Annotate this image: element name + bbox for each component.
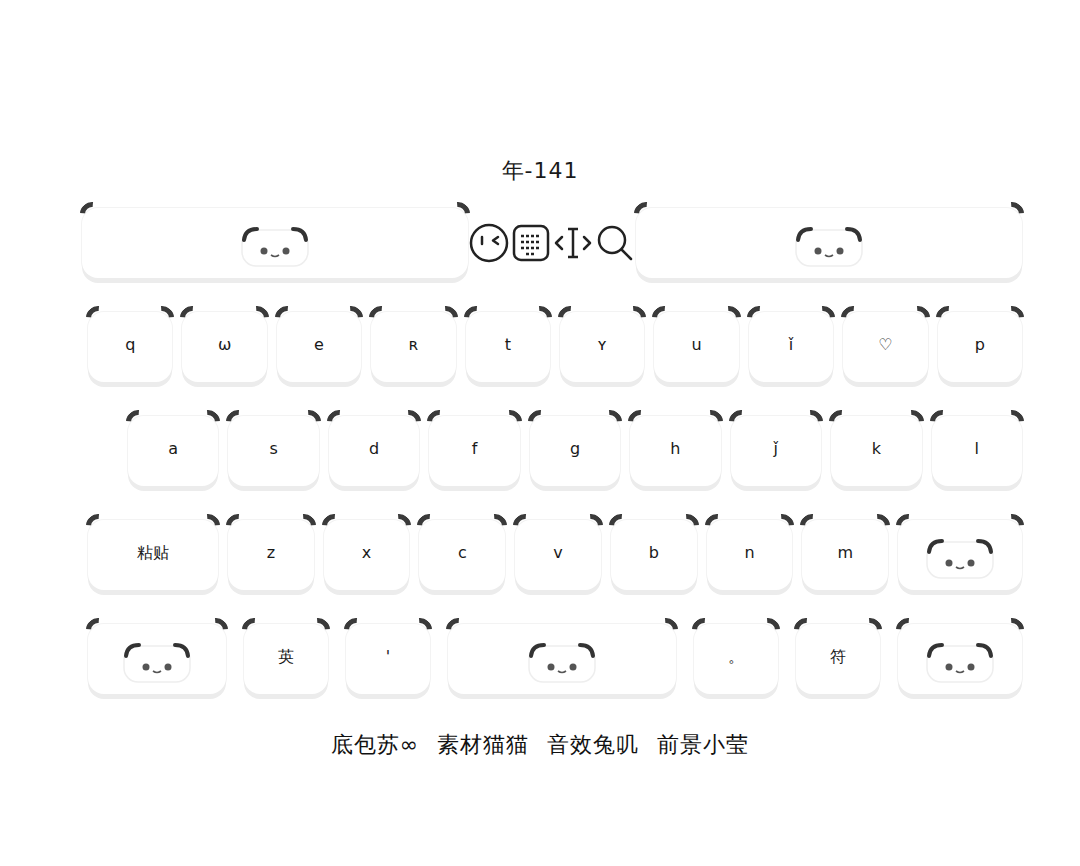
panda-face-icon bbox=[527, 640, 597, 684]
keyboard: q ω e ʀ t ʏ u ǐ ♡ p a s d f g h ǰ k l 粘贴 z x c v b n m 英 ' 。 符 bbox=[0, 312, 1080, 694]
key[interactable]: ♡ bbox=[843, 312, 927, 382]
toolbar bbox=[0, 208, 1080, 278]
panda-face-icon bbox=[925, 640, 995, 684]
key[interactable]: z bbox=[228, 520, 314, 590]
panda-face-icon bbox=[794, 224, 864, 268]
key[interactable]: ǐ bbox=[749, 312, 833, 382]
key[interactable]: d bbox=[329, 416, 419, 486]
key[interactable]: l bbox=[932, 416, 1022, 486]
credits: 底包苏∞ 素材猫猫音效兔叽前景小莹 bbox=[0, 730, 1080, 760]
search-icon[interactable] bbox=[594, 222, 636, 264]
key[interactable]: s bbox=[228, 416, 318, 486]
key-label: f bbox=[472, 439, 478, 463]
key-row: 粘贴 z x c v b n m bbox=[88, 520, 1022, 590]
key-label: a bbox=[168, 439, 178, 463]
key[interactable]: u bbox=[654, 312, 738, 382]
key[interactable]: v bbox=[515, 520, 601, 590]
emoji-face-icon[interactable] bbox=[468, 222, 510, 264]
key-label: x bbox=[362, 543, 371, 567]
text-cursor-icon[interactable] bbox=[552, 222, 594, 264]
key-label: d bbox=[369, 439, 379, 463]
key-row: asdfghǰkl bbox=[88, 416, 1022, 486]
key-label: v bbox=[553, 543, 562, 567]
key-label: 。 bbox=[728, 647, 744, 671]
key-label: h bbox=[670, 439, 680, 463]
key-label: c bbox=[458, 543, 467, 567]
key-row: q ω e ʀ t ʏ u ǐ ♡ p bbox=[88, 312, 1022, 382]
key-label: b bbox=[649, 543, 659, 567]
panda-key[interactable] bbox=[448, 624, 676, 694]
key-label: ω bbox=[218, 335, 231, 359]
key[interactable]: e bbox=[277, 312, 361, 382]
key-label: q bbox=[125, 335, 135, 359]
credit-text: 素材猫猫 bbox=[437, 730, 529, 760]
key-label: ♡ bbox=[878, 335, 892, 359]
key[interactable]: b bbox=[611, 520, 697, 590]
credit-text: 底包苏∞ bbox=[331, 730, 419, 760]
key-label: ǐ bbox=[789, 335, 793, 359]
key-label: l bbox=[974, 439, 978, 463]
key-label: ʏ bbox=[597, 335, 607, 359]
panda-face-icon bbox=[925, 536, 995, 580]
key[interactable]: ' bbox=[346, 624, 430, 694]
key-label: p bbox=[975, 335, 985, 359]
key-label: g bbox=[570, 439, 580, 463]
panda-key[interactable] bbox=[636, 208, 1022, 278]
keyboard-icon[interactable] bbox=[510, 222, 552, 264]
key[interactable]: p bbox=[938, 312, 1022, 382]
panda-key[interactable] bbox=[898, 520, 1022, 590]
key-label: u bbox=[692, 335, 702, 359]
key[interactable]: f bbox=[429, 416, 519, 486]
panda-key[interactable] bbox=[82, 208, 468, 278]
key-label: k bbox=[872, 439, 881, 463]
key-label: t bbox=[505, 335, 511, 359]
key-label: s bbox=[269, 439, 277, 463]
key-label: ' bbox=[386, 647, 390, 671]
panda-face-icon bbox=[122, 640, 192, 684]
skin-title: 年-141 bbox=[0, 0, 1080, 186]
panda-key[interactable] bbox=[898, 624, 1022, 694]
key[interactable]: ǰ bbox=[731, 416, 821, 486]
key-row: 英 ' 。 符 bbox=[88, 624, 1022, 694]
key[interactable]: a bbox=[128, 416, 218, 486]
key-label: n bbox=[744, 543, 754, 567]
key[interactable]: ʏ bbox=[560, 312, 644, 382]
key-label: m bbox=[837, 543, 853, 567]
key-label: ʀ bbox=[409, 335, 419, 359]
key[interactable]: g bbox=[530, 416, 620, 486]
key[interactable]: 。 bbox=[694, 624, 778, 694]
keyboard-skin-preview: 年-141 q ω e ʀ t ʏ u ǐ ♡ p a s d f g h ǰ k l 粘贴 z x c v b n m 英 ' 。 符底包苏… bbox=[0, 0, 1080, 866]
key[interactable]: ω bbox=[182, 312, 266, 382]
key[interactable]: m bbox=[802, 520, 888, 590]
key[interactable]: c bbox=[419, 520, 505, 590]
key-label: e bbox=[314, 335, 324, 359]
key[interactable]: t bbox=[466, 312, 550, 382]
key-label: 英 bbox=[278, 647, 294, 671]
key[interactable]: 粘贴 bbox=[88, 520, 218, 590]
key-label: z bbox=[267, 543, 275, 567]
key[interactable]: k bbox=[831, 416, 921, 486]
panda-face-icon bbox=[240, 224, 310, 268]
key-label: 粘贴 bbox=[137, 543, 169, 567]
credit-text: 前景小莹 bbox=[657, 730, 749, 760]
credit-text: 音效兔叽 bbox=[547, 730, 639, 760]
key[interactable]: n bbox=[707, 520, 793, 590]
key[interactable]: 符 bbox=[796, 624, 880, 694]
key[interactable]: ʀ bbox=[371, 312, 455, 382]
key-label: 符 bbox=[830, 647, 846, 671]
key[interactable]: q bbox=[88, 312, 172, 382]
key[interactable]: x bbox=[324, 520, 410, 590]
key[interactable]: 英 bbox=[244, 624, 328, 694]
panda-key[interactable] bbox=[88, 624, 226, 694]
key-label: ǰ bbox=[774, 439, 778, 463]
key[interactable]: h bbox=[630, 416, 720, 486]
